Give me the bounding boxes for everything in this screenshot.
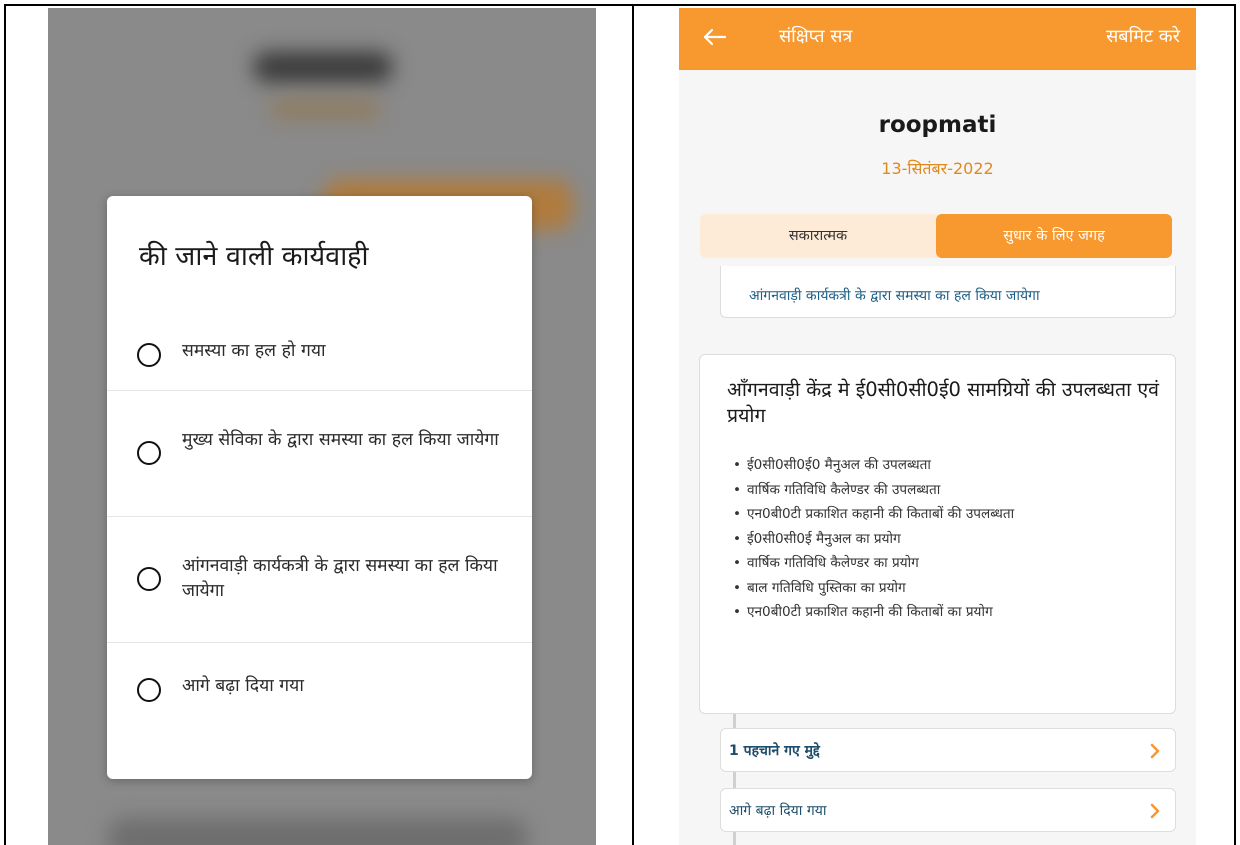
- left-screenshot: की जाने वाली कार्यवाही समस्या का हल हो ग…: [48, 8, 596, 845]
- background-blur-title: [253, 52, 393, 82]
- session-date: 13-सितंबर-2022: [881, 159, 994, 178]
- radio-option-label: समस्या का हल हो गया: [182, 341, 326, 361]
- arrow-left-icon[interactable]: [699, 22, 729, 52]
- background-blur-date: [270, 100, 380, 118]
- radio-option-supervisor[interactable]: मुख्य सेविका के द्वारा समस्या का हल किया…: [107, 390, 532, 516]
- tab-room-for-improvement[interactable]: सुधार के लिए जगह: [936, 214, 1172, 258]
- radio-option-worker[interactable]: आंगनवाड़ी कार्यकत्री के द्वारा समस्या का…: [107, 516, 532, 642]
- radio-option-label: मुख्य सेविका के द्वारा समस्या का हल किया…: [182, 430, 499, 450]
- radio-circle-icon[interactable]: [137, 567, 161, 591]
- segmented-tabs: सकारात्मक सुधार के लिए जगह: [700, 214, 1172, 258]
- dialog-title: की जाने वाली कार्यवाही: [139, 241, 369, 272]
- table-border-left: [4, 4, 6, 845]
- section-title: आँगनवाड़ी केंद्र मे ई0सी0सी0ई0 सामग्रियो…: [727, 378, 1159, 427]
- previous-action-card: आंगनवाड़ी कार्यकत्री के द्वारा समस्या का…: [720, 266, 1176, 318]
- row-label: आगे बढ़ा दिया गया: [729, 803, 827, 819]
- forwarded-row[interactable]: आगे बढ़ा दिया गया: [720, 788, 1176, 832]
- section-item-list: ई0सी0सी0ई0 मैनुअल की उपलब्धता वार्षिक गत…: [733, 453, 1163, 625]
- radio-option-label: आंगनवाड़ी कार्यकत्री के द्वारा समस्या का…: [182, 556, 498, 601]
- chevron-right-icon: [1150, 803, 1160, 819]
- table-border-top: [4, 4, 1236, 6]
- submit-button[interactable]: सबमिट करे: [1106, 24, 1180, 48]
- radio-circle-icon[interactable]: [137, 343, 161, 367]
- radio-option-forwarded[interactable]: आगे बढ़ा दिया गया: [107, 642, 532, 742]
- list-item: एन0बी0टी प्रकाशित कहानी की किताबों का प्…: [733, 600, 1163, 625]
- top-app-bar: संक्षिप्त सत्र सबमिट करे: [679, 8, 1196, 70]
- identified-issues-row[interactable]: 1 पहचाने गए मुद्दे: [720, 728, 1176, 772]
- list-item: बाल गतिविधि पुस्तिका का प्रयोग: [733, 576, 1163, 601]
- background-blur-row: [108, 818, 528, 845]
- table-border-middle: [632, 4, 634, 845]
- list-item: ई0सी0सी0ई0 मैनुअल की उपलब्धता: [733, 453, 1163, 478]
- tab-positive[interactable]: सकारात्मक: [700, 214, 936, 258]
- list-item: एन0बी0टी प्रकाशित कहानी की किताबों की उप…: [733, 502, 1163, 527]
- beneficiary-name: roopmati: [878, 112, 997, 138]
- list-item: वार्षिक गतिविधि कैलेण्डर की उपलब्धता: [733, 478, 1163, 503]
- radio-option-label: आगे बढ़ा दिया गया: [182, 676, 304, 696]
- section-card: आँगनवाड़ी केंद्र मे ई0सी0सी0ई0 सामग्रियो…: [699, 354, 1176, 714]
- radio-circle-icon[interactable]: [137, 441, 161, 465]
- previous-action-text: आंगनवाड़ी कार्यकत्री के द्वारा समस्या का…: [749, 288, 1040, 304]
- table-border-right: [1234, 4, 1236, 845]
- row-label: 1 पहचाने गए मुद्दे: [729, 743, 820, 759]
- list-item: वार्षिक गतिविधि कैलेण्डर का प्रयोग: [733, 551, 1163, 576]
- radio-option-resolved[interactable]: समस्या का हल हो गया: [107, 310, 532, 390]
- right-screenshot: संक्षिप्त सत्र सबमिट करे roopmati 13-सित…: [679, 8, 1196, 845]
- chevron-right-icon: [1150, 743, 1160, 759]
- action-dialog: की जाने वाली कार्यवाही समस्या का हल हो ग…: [107, 196, 532, 779]
- page-title: संक्षिप्त सत्र: [779, 26, 853, 47]
- radio-circle-icon[interactable]: [137, 678, 161, 702]
- list-item: ई0सी0सी0ई मैनुअल का प्रयोग: [733, 527, 1163, 552]
